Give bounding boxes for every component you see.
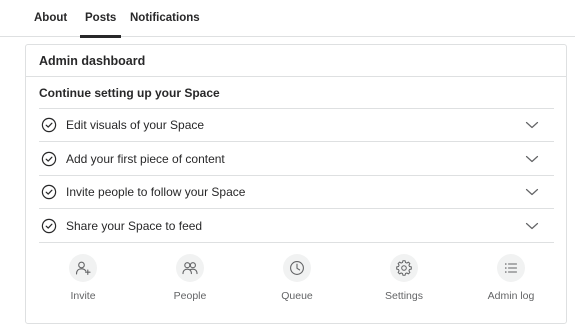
setup-step-invite-people[interactable]: Invite people to follow your Space: [39, 176, 554, 209]
tab-notifications[interactable]: Notifications: [130, 0, 200, 37]
chevron-down-icon[interactable]: [525, 187, 539, 197]
settings-button[interactable]: Settings: [364, 254, 444, 312]
setup-step-add-content[interactable]: Add your first piece of content: [39, 143, 554, 176]
admin-log-button[interactable]: Admin log: [471, 254, 551, 312]
admin-dashboard-card: Admin dashboard Continue setting up your…: [25, 44, 567, 324]
invite-button[interactable]: Invite: [43, 254, 123, 312]
invite-person-icon: [75, 261, 91, 275]
check-circle-icon: [41, 184, 57, 200]
setup-step-label: Add your first piece of content: [66, 152, 225, 166]
setup-step-label: Invite people to follow your Space: [66, 185, 246, 199]
queue-button[interactable]: Queue: [257, 254, 337, 312]
setup-step-label: Edit visuals of your Space: [66, 118, 205, 132]
icon-circle: [283, 254, 311, 282]
people-button[interactable]: People: [150, 254, 230, 312]
tab-about[interactable]: About: [34, 0, 67, 37]
space-tab-bar: About Posts Notifications: [0, 0, 575, 38]
icon-circle: [390, 254, 418, 282]
icon-circle: [176, 254, 204, 282]
icon-circle: [69, 254, 97, 282]
check-circle-icon: [41, 218, 57, 234]
setup-step-edit-visuals[interactable]: Edit visuals of your Space: [39, 109, 554, 142]
action-label: Settings: [385, 290, 423, 302]
check-circle-icon: [41, 117, 57, 133]
card-header: Admin dashboard: [26, 45, 566, 77]
card-title: Admin dashboard: [39, 54, 146, 68]
people-icon: [182, 262, 198, 275]
setup-step-label: Share your Space to feed: [66, 219, 203, 233]
icon-circle: [497, 254, 525, 282]
chevron-down-icon[interactable]: [525, 154, 539, 164]
check-circle-icon: [41, 151, 57, 167]
admin-actions-bar: Invite People Queue Settings Admin log: [26, 244, 566, 314]
action-label: Invite: [70, 290, 96, 302]
setup-step-share-to-feed[interactable]: Share your Space to feed: [39, 210, 554, 243]
list-icon: [505, 263, 518, 273]
gear-icon: [396, 260, 412, 276]
action-label: Queue: [281, 290, 313, 302]
chevron-down-icon[interactable]: [525, 120, 539, 130]
action-label: People: [173, 290, 207, 302]
chevron-down-icon[interactable]: [525, 221, 539, 231]
action-label: Admin log: [487, 290, 535, 302]
setup-section-title: Continue setting up your Space: [39, 86, 220, 100]
tab-posts[interactable]: Posts: [79, 0, 122, 38]
clock-icon: [290, 261, 304, 275]
